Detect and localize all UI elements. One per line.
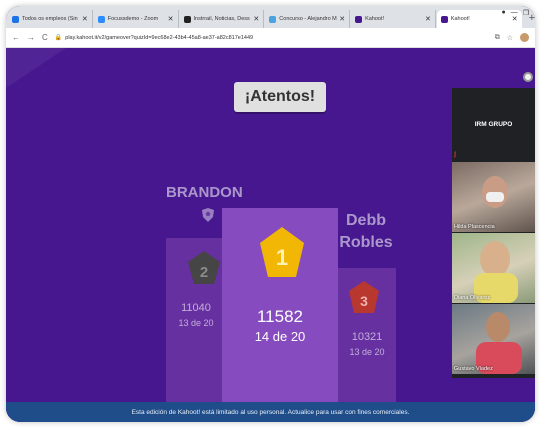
tab-close-icon[interactable]: ✕	[82, 15, 88, 23]
browser-tab[interactable]: Focussdemo - Zoom ✕	[94, 10, 179, 28]
tab-close-icon[interactable]: ✕	[253, 15, 259, 23]
tab-label: Concurso - Alejandro M	[279, 16, 337, 22]
participant-face	[480, 241, 510, 277]
lock-icon: 🔒	[54, 35, 63, 41]
tab-favicon-icon	[183, 15, 191, 23]
mic-off-icon: ʃ	[454, 152, 456, 158]
profile-avatar[interactable]	[520, 33, 529, 42]
podium-first: 1 11582 14 de 20	[222, 208, 338, 422]
tab-close-icon[interactable]: ✕	[339, 15, 345, 23]
tab-favicon-icon	[269, 15, 277, 23]
medal-rank: 3	[360, 293, 368, 309]
browser-tab[interactable]: Kahoot! ✕	[351, 10, 436, 28]
address-bar: ← → C 🔒 play.kahoot.it/v2/gameover?quizI…	[6, 28, 535, 48]
browser-tab-bar: Todos os empleos (Sin ✕ Focussdemo - Zoo…	[6, 6, 535, 28]
medal-rank: 1	[276, 245, 288, 270]
screen: Todos os empleos (Sin ✕ Focussdemo - Zoo…	[6, 6, 535, 422]
url-field[interactable]: play.kahoot.it/v2/gameover?quizId=9ec68e…	[65, 35, 487, 41]
reload-icon[interactable]: C	[42, 33, 48, 42]
tab-label: Focussdemo - Zoom	[107, 16, 159, 22]
meeting-group-name: IRM GRUPO	[474, 120, 513, 128]
second-score: 11040	[181, 302, 211, 314]
new-tab-icon[interactable]: +	[529, 10, 535, 28]
second-place-name: BRANDON	[166, 184, 243, 201]
meeting-host-tile: IRM GRUPO ʃ	[452, 88, 535, 160]
third-place-name: Debb Robles	[339, 212, 393, 251]
tab-close-icon[interactable]: ✕	[425, 15, 431, 23]
participant-video[interactable]: Diana Olivarez	[452, 233, 535, 303]
third-correct: 13 de 20	[349, 347, 385, 357]
participant-name: Hilda Plascencia	[454, 224, 495, 230]
license-banner: Esta edición de Kahoot! está limitado al…	[6, 402, 535, 422]
bookmark-star-icon[interactable]: ☆	[507, 34, 513, 42]
background-shape	[6, 48, 66, 88]
second-correct: 13 de 20	[178, 318, 214, 328]
browser-tab[interactable]: Todos os empleos (Sin ✕	[8, 10, 93, 28]
bronze-medal-icon: 3	[349, 281, 379, 313]
window-controls: ● — ❐	[501, 9, 529, 17]
record-icon[interactable]: ●	[501, 9, 505, 17]
gold-medal-icon: 1	[260, 227, 304, 277]
shield-icon	[202, 208, 214, 222]
face-mask	[486, 192, 504, 202]
tab-label: Kahoot!	[365, 16, 385, 22]
podium-third: 3 10321 13 de 20	[338, 268, 396, 422]
tab-favicon-icon	[440, 15, 448, 23]
tab-favicon-icon	[355, 15, 363, 23]
participant-face	[486, 312, 510, 342]
minimize-icon[interactable]: —	[511, 9, 518, 17]
first-score: 11582	[256, 307, 303, 326]
restore-icon[interactable]: ❐	[523, 9, 529, 17]
translate-icon[interactable]: ⧉	[495, 34, 500, 42]
medal-rank: 2	[200, 264, 208, 281]
first-correct: 14 de 20	[254, 329, 306, 344]
tab-favicon-icon	[97, 15, 105, 23]
podium-second: 2 11040 13 de 20	[166, 238, 226, 422]
video-panel: IRM GRUPO ʃ Hilda Plascencia Diana Oliva…	[452, 88, 535, 378]
participant-name: Gustavo Vladez	[454, 366, 493, 372]
browser-tab[interactable]: Instrrail, Noticias, Dess ✕	[180, 10, 265, 28]
browser-tab[interactable]: Concurso - Alejandro M ✕	[265, 10, 351, 28]
forward-icon[interactable]: →	[27, 33, 35, 42]
participant-name: Diana Olivarez	[454, 295, 491, 301]
back-icon[interactable]: ←	[12, 33, 20, 42]
tab-label: Todos os empleos (Sin	[22, 16, 78, 22]
participant-video[interactable]: Hilda Plascencia	[452, 162, 535, 232]
third-score: 10321	[351, 331, 383, 343]
tab-close-icon[interactable]: ✕	[168, 15, 174, 23]
tab-favicon-icon	[12, 15, 19, 23]
participant-video[interactable]: Gustavo Vladez	[452, 304, 535, 374]
settings-gear-icon[interactable]	[523, 72, 533, 82]
silver-medal-icon: 2	[188, 251, 220, 284]
tab-label: Instrrail, Noticias, Dess	[193, 16, 250, 22]
attention-header: ¡Atentos!	[234, 82, 326, 112]
